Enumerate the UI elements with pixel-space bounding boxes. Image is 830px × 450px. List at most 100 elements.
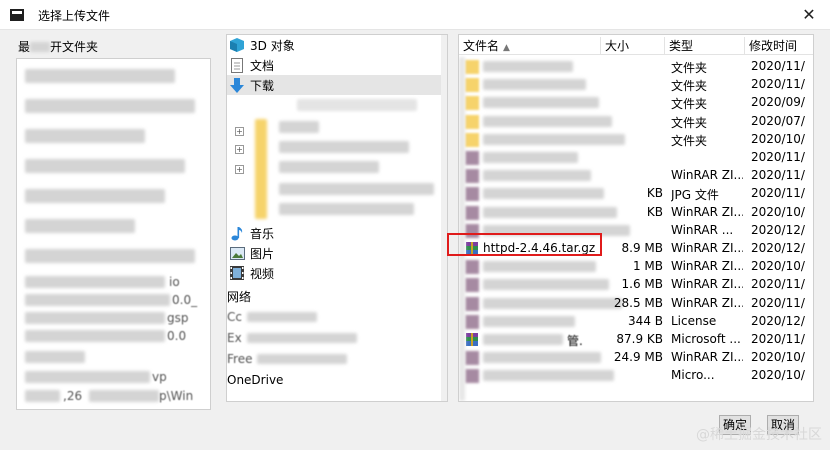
cube-3d-icon: [229, 37, 245, 53]
blurred-item: [25, 312, 165, 324]
blurred-item: [25, 189, 165, 203]
file-row[interactable]: 24.9 MB WinRAR ZI... 2020/10/: [459, 349, 813, 367]
file-type: 文件夹: [671, 61, 708, 75]
file-row[interactable]: 344 B License 2020/12/: [459, 313, 813, 331]
column-name[interactable]: 文件名 ▲: [459, 37, 601, 54]
file-date: 2020/12/: [751, 222, 805, 237]
file-row[interactable]: 2020/11/: [459, 149, 813, 167]
window-app-icon: [10, 9, 24, 21]
recent-row[interactable]: 0.0: [167, 329, 186, 343]
tree-item-free[interactable]: Free: [227, 349, 443, 369]
recent-row[interactable]: io: [169, 275, 180, 289]
folder-icon: [465, 60, 479, 74]
blurred-item: [25, 294, 170, 306]
file-date: 2020/09/: [751, 95, 805, 110]
recent-row[interactable]: gsp: [167, 311, 189, 325]
file-type: WinRAR ZI...: [671, 241, 743, 255]
file-type: Micro...: [671, 368, 715, 383]
file-size: KB: [646, 204, 663, 219]
file-size: 24.9 MB: [613, 350, 663, 365]
blurred-item: [89, 390, 159, 402]
tree-item-label: 下载: [250, 78, 275, 93]
blurred-item: [25, 371, 150, 383]
file-date: 2020/11/: [751, 59, 805, 73]
file-type: WinRAR ...: [671, 222, 734, 237]
file-type: WinRAR ZI...: [671, 168, 743, 183]
file-row[interactable]: 1 MB WinRAR ZI... 2020/10/: [459, 258, 813, 276]
tree-item-ex[interactable]: Ex: [227, 328, 443, 348]
close-button[interactable]: ✕: [798, 4, 820, 26]
tree-item-videos[interactable]: 视频: [227, 263, 443, 283]
recent-row[interactable]: vp: [152, 370, 167, 384]
tree-item-documents[interactable]: 文档: [227, 55, 443, 75]
expand-toggle[interactable]: +: [235, 145, 244, 154]
recent-header-end: 开文件夹: [50, 40, 99, 54]
tree-item-network[interactable]: 网络: [227, 286, 443, 306]
column-date[interactable]: 修改时间: [745, 37, 813, 54]
blurred-item: [25, 69, 175, 83]
file-type: JPG 文件: [671, 188, 719, 203]
file-list[interactable]: 文件名 ▲ 大小 类型 修改时间 文件夹 2020/11/文件夹 2020/11/文件…: [458, 34, 814, 402]
blurred-item: [25, 276, 165, 288]
expand-toggle[interactable]: +: [235, 165, 244, 174]
file-list-header: 文件名 ▲ 大小 类型 修改时间: [459, 35, 813, 55]
file-date: 2020/11/: [751, 332, 805, 346]
blurred-region: [246, 333, 357, 343]
column-name-label: 文件名: [463, 39, 500, 53]
file-row[interactable]: WinRAR ZI... 2020/11/: [459, 167, 813, 185]
tree-item-3d-objects[interactable]: 3D 对象: [227, 35, 443, 55]
download-arrow-icon: [229, 77, 245, 93]
recent-row[interactable]: 0.0_: [172, 293, 197, 307]
blurred-item: [25, 99, 195, 113]
blurred-item: [279, 203, 414, 215]
blurred-region: [246, 312, 317, 322]
file-icon: [465, 296, 479, 311]
file-type: License: [671, 313, 717, 328]
tree-item-pictures[interactable]: 图片: [227, 243, 443, 263]
file-row[interactable]: 文件夹 2020/07/: [459, 113, 813, 131]
blurred-item: [25, 351, 85, 363]
file-type: WinRAR ZI...: [671, 277, 743, 292]
blurred-name: [483, 261, 596, 273]
file-icon: [465, 205, 479, 220]
folder-icon: [465, 132, 479, 147]
blurred-item: [25, 390, 60, 402]
tree-item-downloads[interactable]: 下载: [227, 75, 443, 95]
file-row[interactable]: KB WinRAR ZI... 2020/10/: [459, 204, 813, 222]
file-row[interactable]: 1.6 MB WinRAR ZI... 2020/11/: [459, 276, 813, 294]
file-row[interactable]: 文件夹 2020/11/: [459, 76, 813, 94]
recent-folders-list[interactable]: io 0.0_ gsp 0.0 vp ,26 p\Win: [16, 58, 211, 410]
recent-row[interactable]: p\Win: [159, 389, 193, 403]
blurred-name: [483, 115, 612, 127]
tree-scrollbar[interactable]: [441, 35, 447, 401]
file-row[interactable]: 文件夹 2020/09/: [459, 94, 813, 112]
document-icon: [229, 57, 245, 73]
blurred-name: [483, 97, 599, 109]
file-type: 文件夹: [671, 133, 708, 148]
expand-toggle[interactable]: +: [235, 127, 244, 136]
column-size[interactable]: 大小: [601, 37, 665, 54]
recent-row[interactable]: ,26: [63, 389, 82, 403]
file-icon: [465, 351, 479, 366]
file-row[interactable]: 文件夹 2020/11/: [459, 58, 813, 76]
file-size: 28.5 MB: [613, 295, 663, 310]
tree-item-onedrive[interactable]: OneDrive: [227, 370, 443, 390]
tree-item-music[interactable]: 音乐: [227, 223, 443, 243]
folder-icon: [465, 78, 479, 93]
file-row[interactable]: 文件夹 2020/10/: [459, 131, 813, 149]
file-type: WinRAR ZI...: [671, 295, 743, 310]
blurred-name: [483, 315, 575, 327]
file-row[interactable]: Micro... 2020/10/: [459, 367, 813, 385]
file-row[interactable]: KB JPG 文件 2020/11/: [459, 185, 813, 203]
file-row[interactable]: 28.5 MB WinRAR ZI... 2020/11/: [459, 295, 813, 313]
file-date: 2020/10/: [751, 259, 805, 274]
title-bar: 选择上传文件 ✕: [0, 0, 830, 30]
file-row-highlighted[interactable]: 管. 87.9 KB Microsoft ... 2020/11/: [459, 331, 813, 349]
tree-item-co[interactable]: Cc: [227, 307, 443, 327]
blurred-item: [279, 183, 434, 195]
blurred-region: [459, 57, 465, 401]
blurred-name: [483, 170, 591, 182]
navigation-tree[interactable]: 3D 对象 文档 下载 + + + 音乐 图片 视频 网络 Cc Ex Free…: [226, 34, 448, 402]
column-type[interactable]: 类型: [665, 37, 745, 54]
file-icon: [465, 278, 479, 293]
